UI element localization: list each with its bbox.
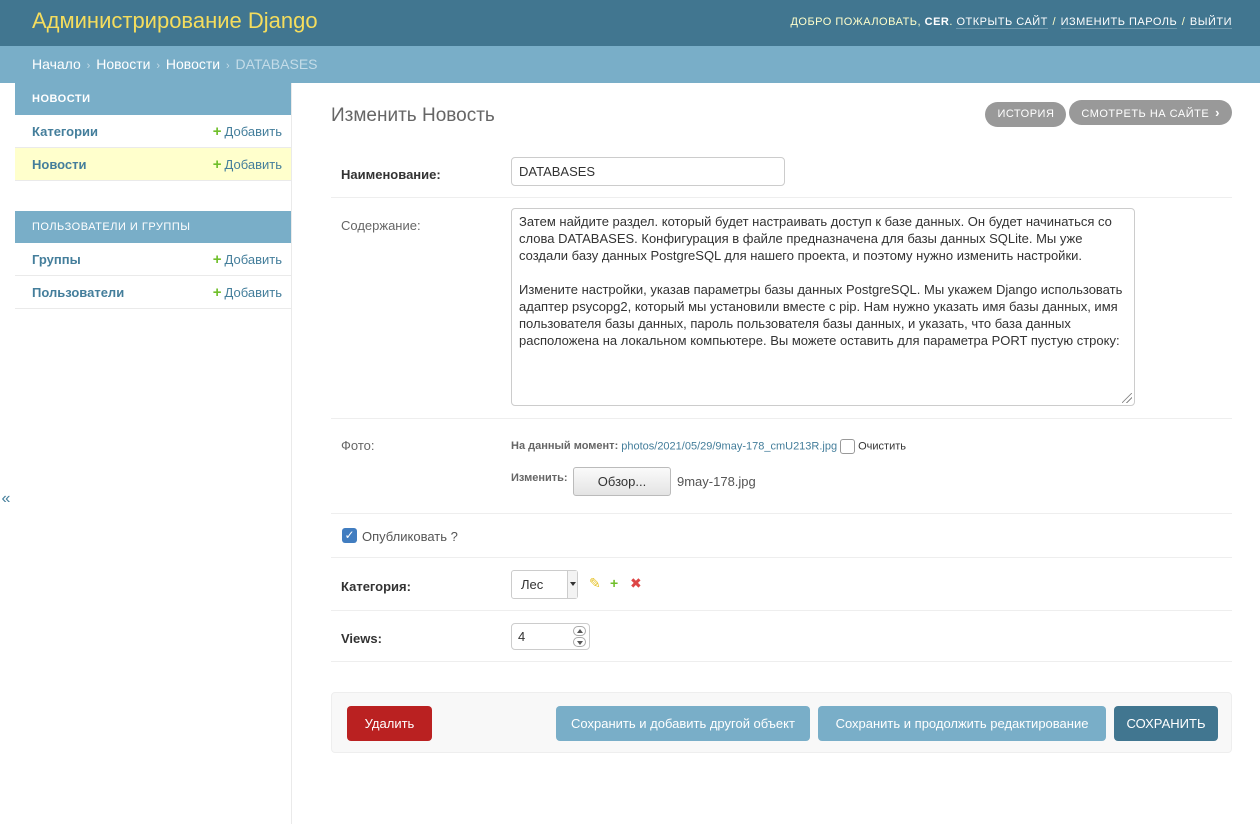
views-number-input[interactable]: 4: [511, 623, 590, 650]
photo-label: Фото:: [341, 438, 375, 453]
view-on-site-button[interactable]: СМОТРЕТЬ НА САЙТЕ ›: [1069, 100, 1232, 125]
toggle-nav-sidebar-button[interactable]: «: [0, 490, 12, 508]
chevron-right-icon: ›: [1215, 105, 1220, 120]
plus-icon[interactable]: +: [610, 576, 618, 590]
current-file-label: На данный момент:: [511, 440, 619, 453]
form-row-category: Категория: Лес ✎ + ✖: [331, 558, 1232, 611]
change-file-label: Изменить:: [511, 472, 571, 484]
pencil-icon[interactable]: ✎: [589, 576, 601, 590]
separator: /: [1181, 16, 1186, 28]
add-label: Добавить: [224, 252, 282, 267]
selected-file-name: 9may-178.jpg: [677, 474, 756, 489]
plus-icon: +: [212, 284, 222, 301]
views-label: Views:: [341, 631, 382, 646]
breadcrumb-app[interactable]: Новости: [96, 56, 150, 72]
form-row-title: Наименование: DATABASES: [331, 146, 1232, 198]
add-label: Добавить: [224, 157, 282, 172]
content-label: Содержание:: [341, 218, 421, 233]
module-caption-auth[interactable]: Пользователи и группы: [15, 211, 291, 243]
breadcrumb-separator: ›: [86, 60, 91, 72]
chevron-down-icon: [567, 571, 577, 598]
spin-up-icon[interactable]: [573, 626, 586, 636]
save-continue-button[interactable]: Сохранить и продолжить редактирование: [818, 706, 1106, 741]
save-button[interactable]: СОХРАНИТЬ: [1114, 706, 1218, 741]
category-label: Категория:: [341, 579, 411, 594]
breadcrumb-model[interactable]: Новости: [166, 56, 220, 72]
content-paragraph: Затем найдите раздел. который будет наст…: [519, 214, 1112, 263]
resize-handle[interactable]: [1122, 393, 1132, 403]
number-spinner: [573, 626, 586, 647]
content-textarea[interactable]: Затем найдите раздел. который будет наст…: [511, 208, 1135, 406]
sidebar-link-groups[interactable]: Группы: [32, 252, 81, 267]
clear-checkbox[interactable]: [840, 439, 856, 454]
username: CER: [924, 16, 950, 28]
logout-link[interactable]: ВЫЙТИ: [1189, 16, 1232, 29]
add-groups-link[interactable]: + Добавить: [213, 251, 282, 268]
spin-down-icon[interactable]: [573, 637, 586, 647]
title-input[interactable]: DATABASES: [511, 157, 785, 186]
add-label: Добавить: [224, 285, 282, 300]
breadcrumb-separator: ›: [225, 60, 230, 72]
submit-row: Удалить Сохранить и добавить другой объе…: [331, 692, 1232, 753]
sidebar-item-categories: Категории + Добавить: [15, 115, 291, 148]
add-users-link[interactable]: + Добавить: [213, 284, 282, 301]
sidebar-item-news: Новости + Добавить: [15, 148, 291, 181]
add-news-link[interactable]: + Добавить: [213, 156, 282, 173]
category-select[interactable]: Лес: [511, 570, 578, 599]
site-branding[interactable]: Администрирование Django: [32, 8, 318, 34]
welcome-text: ДОБРО ПОЖАЛОВАТЬ,: [790, 16, 922, 28]
views-value: 4: [518, 629, 526, 644]
nav-sidebar: Новости Категории + Добавить Новости + Доб…: [15, 83, 292, 824]
page-title: Изменить Новость: [331, 105, 495, 126]
published-label: Опубликовать ?: [362, 529, 458, 544]
current-file-link[interactable]: photos/2021/05/29/9may-178_cmU213R.jpg: [621, 440, 837, 452]
change-password-link[interactable]: ИЗМЕНИТЬ ПАРОЛЬ: [1060, 16, 1178, 29]
sidebar-link-users[interactable]: Пользователи: [32, 285, 124, 300]
user-tools: ДОБРО ПОЖАЛОВАТЬ, CER. ОТКРЫТЬ САЙТ / ИЗ…: [790, 16, 1232, 29]
category-selected-value: Лес: [521, 577, 544, 592]
plus-icon: +: [212, 123, 222, 140]
change-label: Изменить:: [511, 472, 568, 484]
header: Администрирование Django ДОБРО ПОЖАЛОВАТ…: [0, 0, 1260, 46]
sidebar-item-groups: Группы + Добавить: [15, 243, 291, 276]
breadcrumb-separator: ›: [156, 60, 160, 72]
content-paragraph: Измените настройки, указав параметры баз…: [519, 282, 1123, 348]
form-row-content: Содержание: Затем найдите раздел. которы…: [331, 198, 1232, 419]
delete-x-icon[interactable]: ✖: [630, 576, 642, 590]
browse-button[interactable]: Обзор...: [573, 467, 671, 496]
separator: /: [1052, 16, 1057, 28]
breadcrumb-current: DATABASES: [235, 56, 318, 72]
object-tools: ИСТОРИЯ СМОТРЕТЬ НА САЙТЕ ›: [982, 100, 1232, 127]
clear-label: Очистить: [858, 440, 906, 453]
save-add-another-button[interactable]: Сохранить и добавить другой объект: [556, 706, 810, 741]
form-row-published: ✓ Опубликовать ?: [331, 514, 1232, 558]
sidebar-link-categories[interactable]: Категории: [32, 124, 98, 139]
view-on-site-label: СМОТРЕТЬ НА САЙТЕ: [1081, 108, 1210, 120]
published-checkbox[interactable]: ✓: [342, 528, 357, 543]
breadcrumb-home[interactable]: Начало: [32, 56, 81, 72]
form-row-photo: Фото: На данный момент: photos/2021/05/29…: [331, 419, 1232, 514]
sidebar-link-news[interactable]: Новости: [32, 157, 87, 172]
current-file-line: На данный момент: photos/2021/05/29/9may-…: [511, 439, 906, 454]
add-label: Добавить: [224, 124, 282, 139]
add-categories-link[interactable]: + Добавить: [213, 123, 282, 140]
title-label: Наименование:: [341, 167, 441, 182]
module-caption-news[interactable]: Новости: [15, 83, 291, 115]
delete-button[interactable]: Удалить: [347, 706, 432, 741]
sidebar-item-users: Пользователи + Добавить: [15, 276, 291, 309]
breadcrumb: Начало › Новости › Новости › DATABASES: [0, 46, 1260, 83]
form-row-views: Views: 4: [331, 611, 1232, 662]
history-button[interactable]: ИСТОРИЯ: [985, 102, 1067, 127]
view-site-link[interactable]: ОТКРЫТЬ САЙТ: [956, 16, 1048, 29]
plus-icon: +: [212, 156, 222, 173]
plus-icon: +: [212, 251, 222, 268]
